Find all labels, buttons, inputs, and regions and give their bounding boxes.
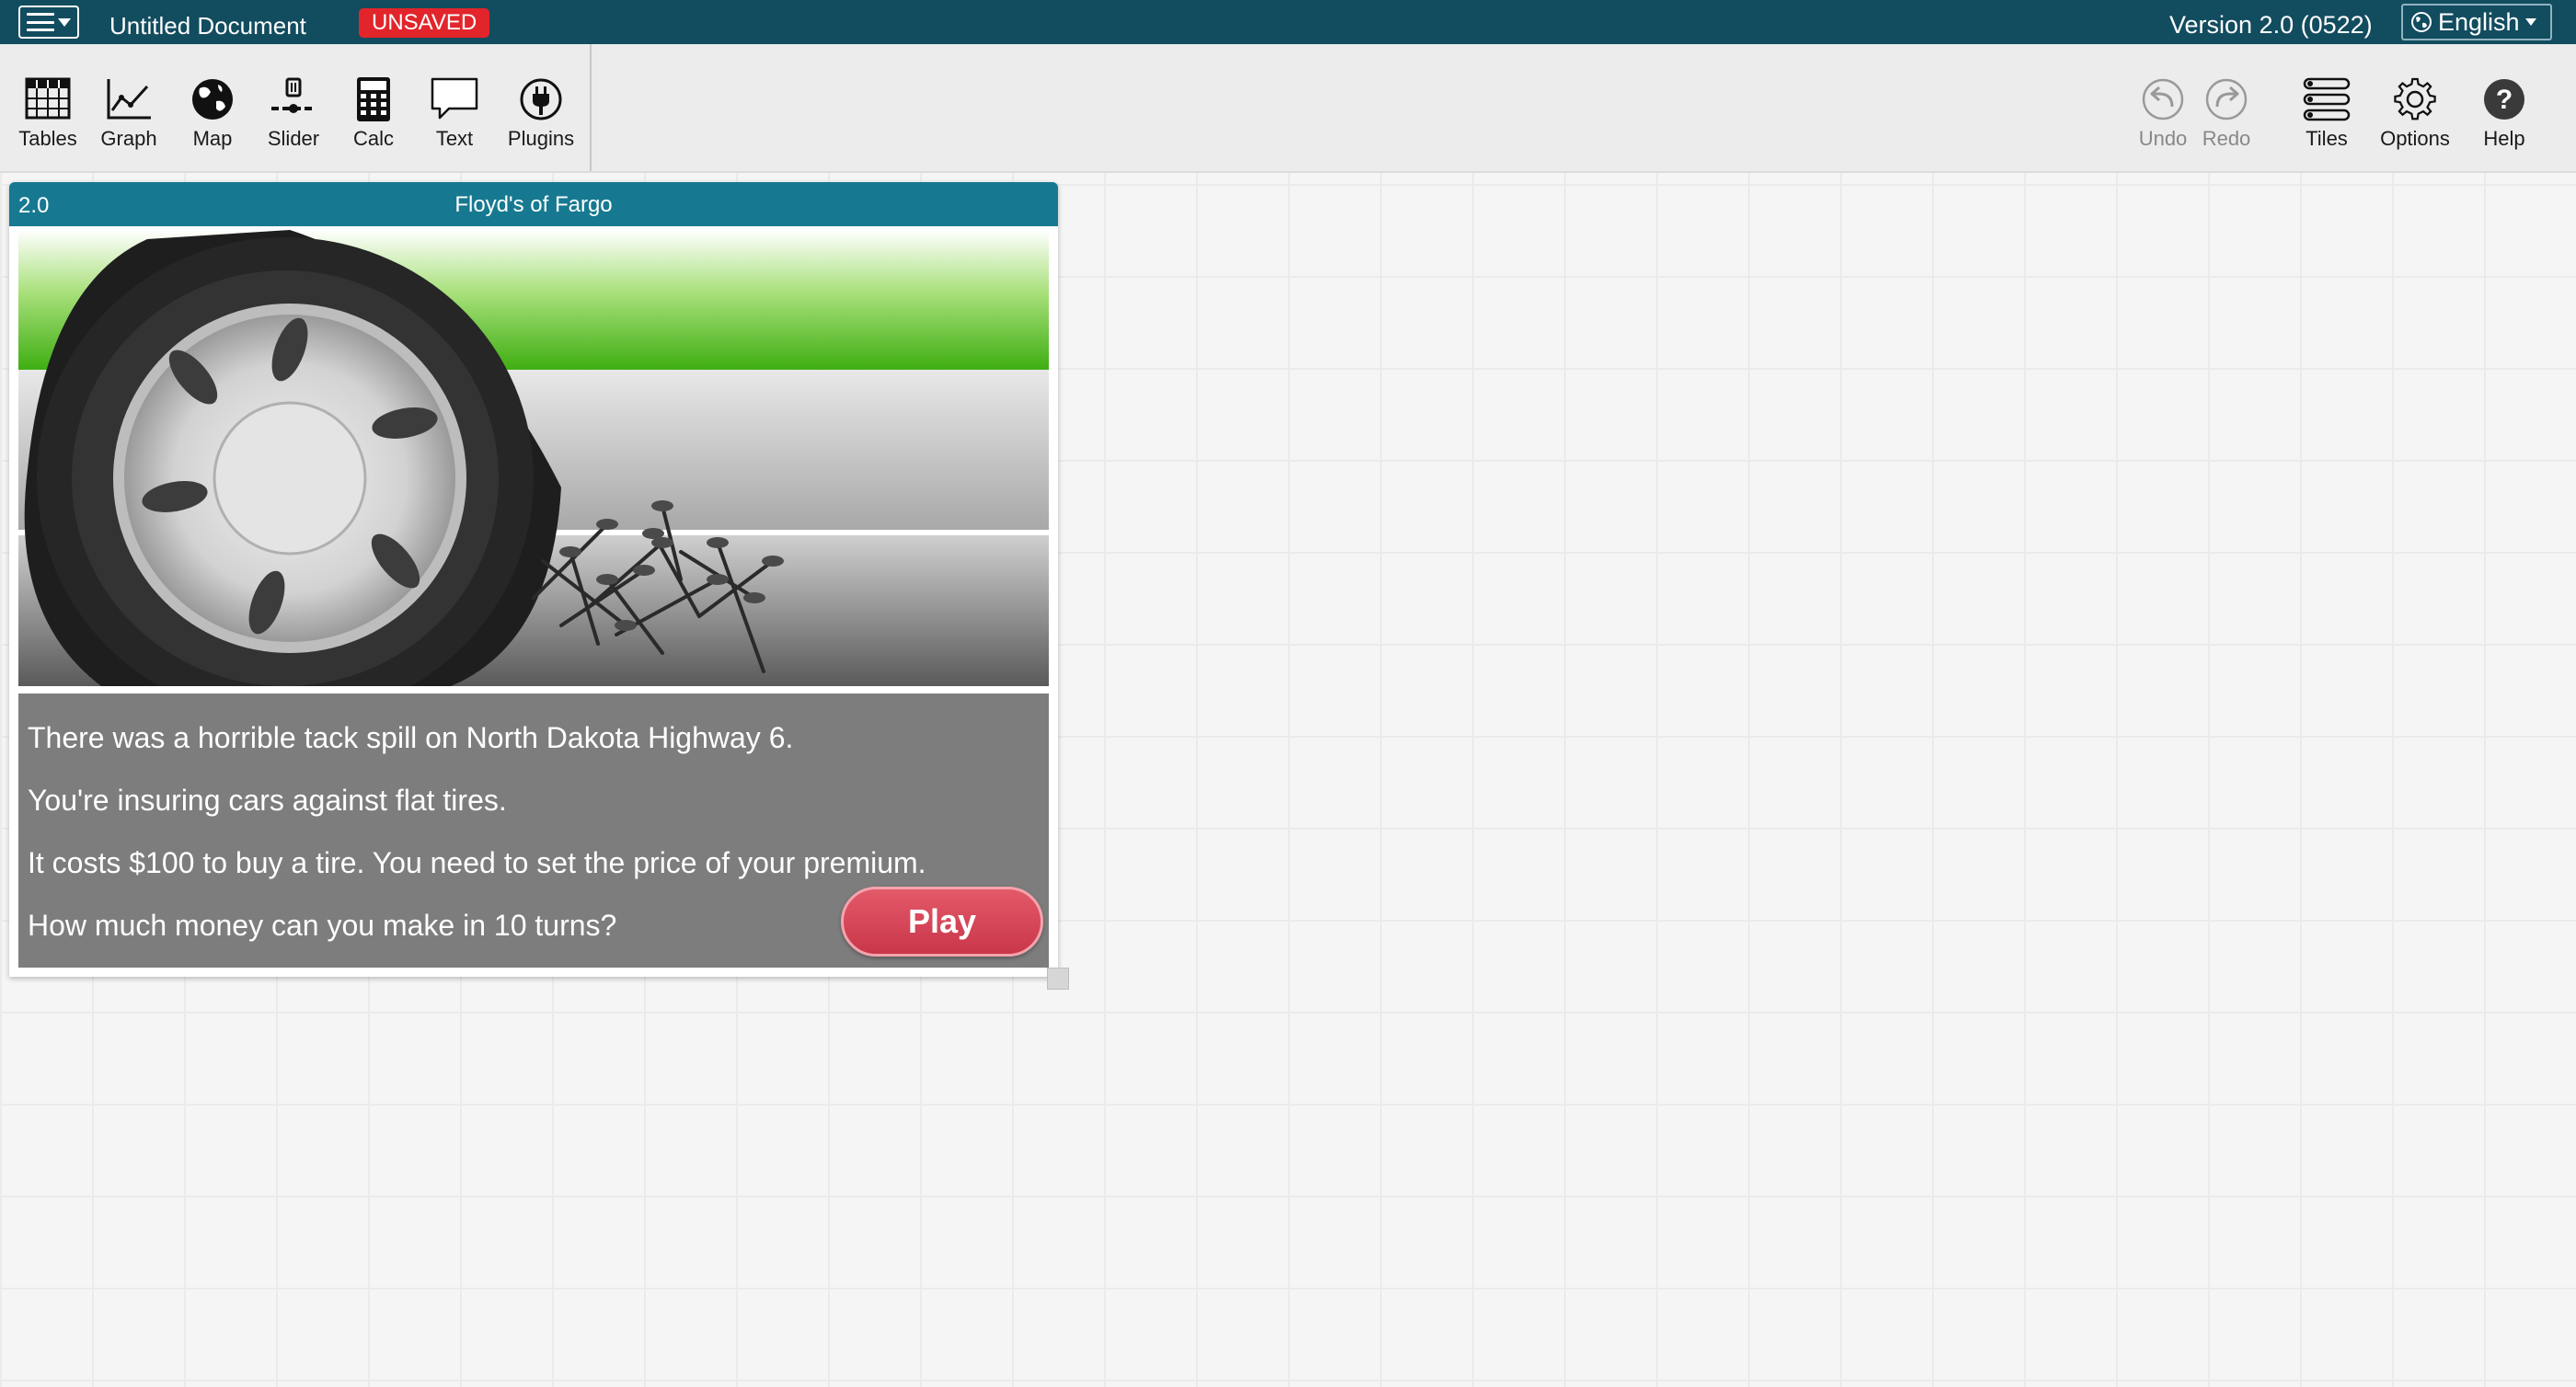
globe-icon	[2411, 12, 2432, 32]
game-tile: 2.0 Floyd's of Fargo There was a horribl…	[9, 182, 1058, 977]
main-menu-button[interactable]	[18, 6, 79, 39]
document-title[interactable]: Untitled Document	[109, 12, 306, 40]
tables-tool[interactable]: Tables	[6, 75, 89, 151]
play-button[interactable]: Play	[841, 887, 1043, 957]
map-tool[interactable]: Map	[171, 75, 254, 151]
language-menu[interactable]: English	[2401, 4, 2552, 40]
intro-line-1: There was a horrible tack spill on North…	[28, 721, 794, 754]
tiles-list-icon	[2303, 77, 2351, 121]
globe-icon	[192, 79, 233, 120]
tile-title[interactable]: Floyd's of Fargo	[9, 192, 1058, 218]
text-tool[interactable]: Text	[413, 75, 496, 151]
version-label: Version 2.0 (0522)	[2169, 11, 2373, 39]
redo-label: Redo	[2202, 127, 2251, 150]
intro-line-4: How much money can you make in 10 turns?	[28, 909, 617, 942]
plug-icon	[520, 78, 562, 120]
redo-icon	[2205, 78, 2248, 120]
calculator-icon	[357, 77, 390, 121]
table-icon	[25, 77, 71, 120]
text-tool-label: Text	[435, 127, 474, 150]
caret-down-icon	[58, 17, 71, 27]
tile-titlebar[interactable]: 2.0 Floyd's of Fargo	[9, 182, 1058, 226]
redo-button[interactable]: Redo	[2185, 75, 2268, 151]
slider-tool-label: Slider	[267, 127, 320, 150]
graph-tool-label: Graph	[100, 127, 157, 150]
plugins-tool-label: Plugins	[507, 127, 575, 150]
tiles-button[interactable]: Tiles	[2285, 75, 2368, 151]
hamburger-icon	[27, 13, 54, 31]
tiles-label: Tiles	[2306, 127, 2348, 150]
unsaved-badge: UNSAVED	[359, 8, 490, 38]
graph-icon	[107, 79, 151, 120]
calc-tool-label: Calc	[352, 127, 394, 150]
intro-line-3: It costs $100 to buy a tire. You need to…	[28, 846, 926, 879]
caret-down-icon	[2524, 18, 2536, 26]
calc-tool[interactable]: Calc	[332, 75, 415, 151]
gear-icon	[2394, 77, 2436, 120]
tables-tool-label: Tables	[18, 127, 77, 150]
undo-icon	[2142, 78, 2184, 120]
game-intro-panel: There was a horrible tack spill on North…	[18, 694, 1049, 968]
tile-resize-handle[interactable]	[1047, 968, 1069, 990]
slider-tool[interactable]: Slider	[252, 75, 335, 151]
language-label: English	[2438, 7, 2520, 36]
help-button[interactable]: ? Help	[2463, 75, 2546, 151]
undo-label: Undo	[2138, 127, 2188, 150]
toolshelf: Tables Graph Map Slider Calc Text Plugin…	[0, 44, 2576, 173]
options-label: Options	[2380, 127, 2450, 150]
slider-icon	[271, 77, 316, 113]
graph-tool[interactable]: Graph	[87, 75, 170, 151]
intro-line-2: You're insuring cars against flat tires.	[28, 784, 507, 817]
toolshelf-divider	[590, 44, 592, 171]
plugins-tool[interactable]: Plugins	[500, 75, 582, 151]
speech-bubble-icon	[431, 77, 478, 120]
help-label: Help	[2483, 127, 2525, 150]
map-tool-label: Map	[192, 127, 233, 150]
menubar: Untitled Document UNSAVED Version 2.0 (0…	[0, 0, 2576, 44]
flat-tire-illustration	[18, 230, 1049, 686]
svg-text:?: ?	[2496, 85, 2513, 115]
help-icon: ?	[2484, 79, 2524, 120]
options-button[interactable]: Options	[2374, 75, 2456, 151]
